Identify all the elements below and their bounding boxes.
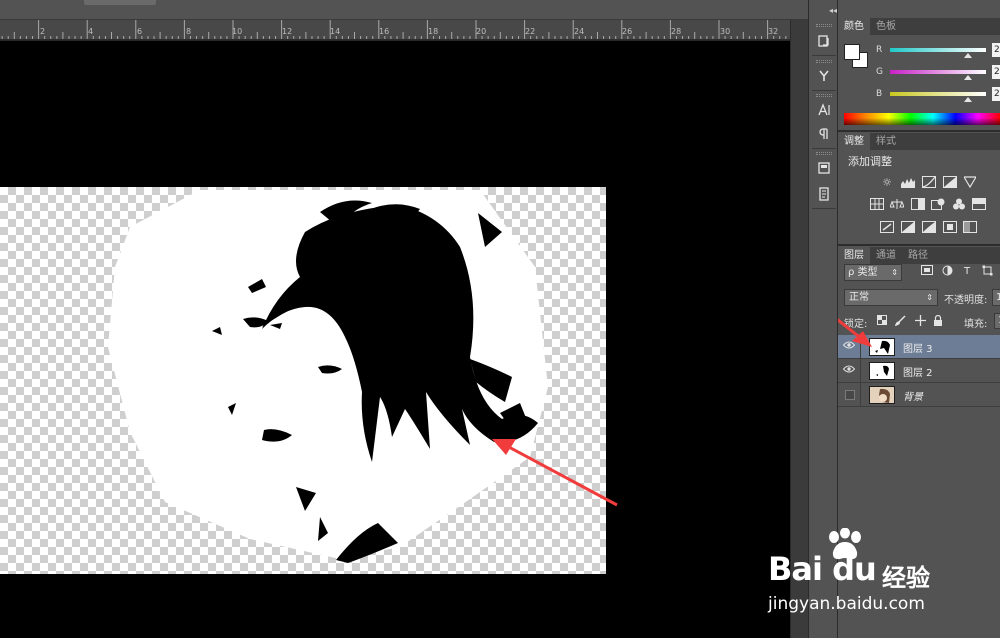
paragraph-icon[interactable] <box>814 124 834 144</box>
notes-icon[interactable] <box>814 184 834 204</box>
ruler-label: 8 <box>186 27 192 36</box>
baidu-jingyan-watermark: Bai du 经验 jingyan.baidu.com <box>768 528 1000 638</box>
ruler-label: 28 <box>671 27 682 36</box>
ruler-label: 2 <box>40 27 46 36</box>
jingyan-title: 经验 <box>882 564 930 592</box>
ruler-label: 18 <box>428 27 439 36</box>
collapse-icon[interactable]: ◂◂ <box>829 6 837 15</box>
annotation-arrow <box>492 439 618 507</box>
grip-icon[interactable] <box>816 24 832 27</box>
options-bar <box>0 0 808 20</box>
ruler-label: 10 <box>232 27 243 36</box>
ruler-label: 24 <box>574 27 585 36</box>
canvas-area[interactable] <box>0 41 790 638</box>
character-icon[interactable] <box>814 100 834 120</box>
ruler-label: 26 <box>622 27 633 36</box>
watermark-url: jingyan.baidu.com <box>768 594 925 614</box>
ruler-label: 30 <box>720 27 731 36</box>
ruler-label: 14 <box>330 27 341 36</box>
ruler-label: 22 <box>525 27 536 36</box>
tool-presets-icon[interactable] <box>814 66 834 86</box>
baidu-logo: Bai du <box>768 550 877 588</box>
grip-icon[interactable] <box>816 60 832 63</box>
grip-icon[interactable] <box>816 152 832 155</box>
document-tab[interactable] <box>84 0 156 5</box>
ruler-label: 6 <box>137 27 143 36</box>
horizontal-ruler[interactable]: 2 4 6 8 10 12 14 16 18 20 22 24 26 28 30… <box>0 20 790 40</box>
history-icon[interactable] <box>814 31 834 51</box>
ruler-label: 12 <box>282 27 293 36</box>
info-icon[interactable] <box>814 158 834 178</box>
ruler-label: 4 <box>88 27 94 36</box>
grip-icon[interactable] <box>816 94 832 97</box>
ruler-label: 20 <box>476 27 487 36</box>
ruler-label: 32 <box>768 27 779 36</box>
ruler-label: 16 <box>379 27 390 36</box>
